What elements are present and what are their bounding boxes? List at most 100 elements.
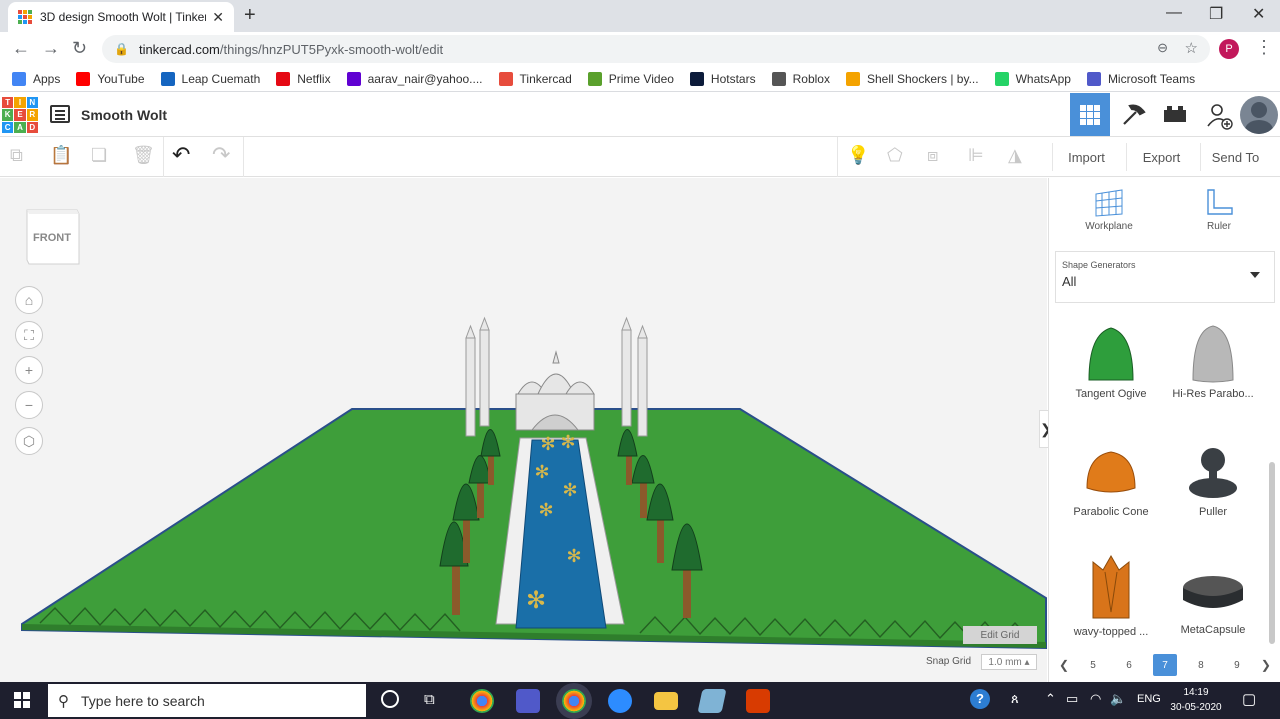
edit-grid-button[interactable]: Edit Grid [963, 626, 1037, 644]
snap-grid-select[interactable]: 1.0 mm ▴ [981, 654, 1037, 670]
chrome-menu-icon[interactable]: ⋮ [1255, 37, 1273, 58]
send-to-button[interactable]: Send To [1200, 143, 1270, 171]
shape-thumbnail-icon [1061, 322, 1161, 384]
bookmark-item[interactable]: YouTube [76, 71, 145, 86]
teams-icon[interactable] [516, 689, 540, 713]
taskbar-search-box[interactable]: ⚲ Type here to search [48, 684, 366, 717]
bricks-icon[interactable] [1163, 105, 1187, 129]
mirror-icon[interactable]: ◮ [1008, 145, 1022, 166]
system-clock[interactable]: 14:19 30-05-2020 [1166, 685, 1226, 715]
edit-toolbar: ⧉ 📋 ❏ 🗑 ↶ ↷ 💡 ⬠ ⧈ ⊫ ◮ Import Export Send… [0, 137, 1280, 177]
delete-icon[interactable]: 🗑 [132, 145, 155, 166]
project-title[interactable]: Smooth Wolt [81, 107, 167, 123]
group-icon[interactable]: ⧈ [927, 145, 938, 166]
logo-letter: I [14, 97, 26, 109]
notes-lightbulb-icon[interactable]: 💡 [847, 145, 869, 166]
logo-letter: D [26, 121, 38, 133]
shape-item[interactable]: Parabolic Cone [1061, 440, 1161, 518]
pager-page[interactable]: 6 [1117, 654, 1141, 676]
zoom-app-icon[interactable] [608, 689, 632, 713]
codeblocks-pickaxe-icon[interactable] [1120, 102, 1146, 134]
copy-icon[interactable]: ⧉ [10, 145, 23, 166]
close-window-icon[interactable]: ✕ [1252, 4, 1265, 24]
3d-workplane-viewport[interactable]: FRONT ⌂ ⛶ + − ⬡ ✻ ✻ ✻ ✻ ✻ ✻ ✻ Edit Grid … [0, 178, 1047, 682]
maximize-icon[interactable]: ❐ [1209, 4, 1223, 24]
wifi-icon[interactable]: ◠ [1090, 691, 1101, 707]
bookmark-item[interactable]: aarav_nair@yahoo.... [346, 71, 483, 86]
user-avatar[interactable] [1240, 96, 1278, 134]
forward-icon[interactable]: → [42, 38, 60, 59]
paste-icon[interactable]: 📋 [50, 145, 72, 166]
tinkercad-logo[interactable]: TINKERCAD [2, 97, 38, 133]
windows-taskbar: ⚲ Type here to search ⧉ ? ጰ ⌃ ▭ ◠ 🔈 ENG … [0, 682, 1280, 719]
panel-scrollbar[interactable] [1269, 462, 1275, 644]
shape-item[interactable]: wavy-topped ... [1061, 548, 1161, 638]
bookmark-item[interactable]: Prime Video [587, 71, 674, 86]
shape-thumbnail-icon [1163, 558, 1263, 620]
bookmark-item[interactable]: WhatsApp [994, 71, 1071, 86]
chrome-icon[interactable] [470, 689, 494, 713]
new-tab-icon[interactable]: + [244, 4, 256, 27]
ruler-tool[interactable]: Ruler [1179, 188, 1259, 232]
3d-scene[interactable]: ✻ ✻ ✻✻ ✻✻ ✻ [0, 178, 1047, 682]
add-user-icon[interactable] [1206, 102, 1234, 136]
help-icon[interactable]: ? [970, 689, 990, 709]
volume-icon[interactable]: 🔈 [1110, 691, 1126, 707]
bookmark-item[interactable]: Netflix [276, 71, 331, 86]
design-list-icon[interactable] [50, 105, 70, 123]
office-icon[interactable] [746, 689, 770, 713]
bookmark-label: Prime Video [608, 71, 674, 86]
cortana-icon[interactable] [381, 690, 399, 708]
pager-next-icon[interactable]: ❯ [1261, 658, 1271, 672]
pager-page[interactable]: 8 [1189, 654, 1213, 676]
battery-icon[interactable]: ▭ [1066, 691, 1078, 707]
show-all-icon[interactable]: ⬠ [887, 145, 903, 166]
bookmark-item[interactable]: Apps [12, 71, 60, 86]
people-icon[interactable]: ጰ [1011, 691, 1019, 707]
3d-design-view-button[interactable] [1070, 93, 1110, 136]
workplane-tool[interactable]: Workplane [1069, 188, 1149, 232]
bookmark-item[interactable]: Hotstars [689, 71, 756, 86]
pager-page[interactable]: 7 [1152, 654, 1177, 676]
shape-generators-dropdown[interactable]: Shape Generators All [1055, 251, 1275, 303]
export-button[interactable]: Export [1126, 143, 1196, 171]
shape-item[interactable]: Hi-Res Parabo... [1163, 322, 1263, 400]
bookmark-item[interactable]: Leap Cuemath [160, 71, 261, 86]
minimize-icon[interactable]: — [1166, 4, 1182, 22]
bookmark-star-icon[interactable]: ☆ [1185, 39, 1198, 57]
bookmark-item[interactable]: Roblox [771, 71, 830, 86]
align-icon[interactable]: ⊫ [968, 145, 984, 166]
bookmark-item[interactable]: Microsoft Teams [1086, 71, 1195, 86]
back-icon[interactable]: ← [12, 38, 30, 59]
workplane-icon [1095, 189, 1123, 217]
language-indicator[interactable]: ENG [1137, 693, 1161, 705]
bookmark-label: Leap Cuemath [181, 71, 261, 86]
undo-icon[interactable]: ↶ [172, 142, 190, 168]
browser-tab[interactable]: 3D design Smooth Wolt | Tinkerc ✕ [8, 2, 234, 32]
shape-item[interactable]: Tangent Ogive [1061, 322, 1161, 400]
shape-item[interactable]: MetaCapsule [1163, 558, 1263, 636]
zoom-icon[interactable]: ⊖ [1157, 40, 1168, 56]
task-view-icon[interactable]: ⧉ [424, 691, 435, 708]
url-host: tinkercad.com [138, 41, 220, 57]
chrome-profile-icon[interactable] [562, 689, 586, 713]
import-button[interactable]: Import [1052, 143, 1120, 171]
close-tab-icon[interactable]: ✕ [212, 9, 224, 26]
pager-page[interactable]: 9 [1225, 654, 1249, 676]
shape-item[interactable]: Puller [1163, 440, 1263, 518]
notifications-icon[interactable]: ▢ [1242, 690, 1256, 708]
bookmark-label: YouTube [97, 71, 145, 86]
duplicate-icon[interactable]: ❏ [91, 145, 107, 166]
redo-icon[interactable]: ↷ [212, 142, 230, 168]
pager-page[interactable]: 5 [1081, 654, 1105, 676]
reload-icon[interactable]: ↻ [72, 38, 87, 59]
profile-avatar[interactable]: P [1219, 39, 1239, 59]
bookmark-item[interactable]: Shell Shockers | by... [845, 71, 979, 86]
file-explorer-icon[interactable] [654, 692, 678, 710]
show-hidden-icons-chevron-icon[interactable]: ⌃ [1045, 691, 1056, 707]
windows-start-icon[interactable] [14, 692, 30, 713]
notepad-icon[interactable] [697, 689, 727, 713]
address-bar[interactable]: 🔒 tinkercad.com/things/hnzPUT5Pyxk-smoot… [102, 35, 1210, 63]
bookmark-item[interactable]: Tinkercad [498, 71, 572, 86]
pager-prev-icon[interactable]: ❮ [1059, 658, 1069, 672]
